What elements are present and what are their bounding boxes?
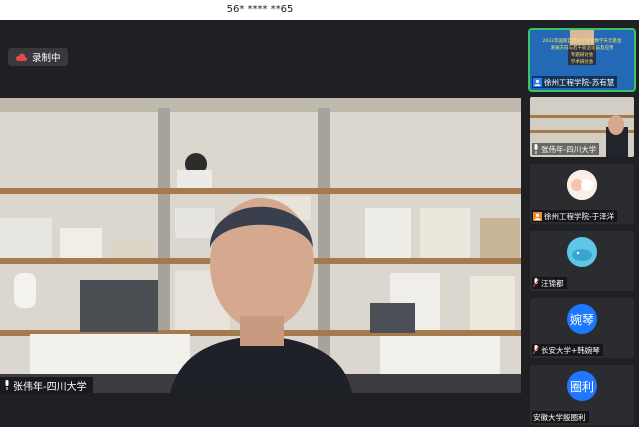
avatar: 圈利: [567, 371, 597, 401]
participant-label: 汪锦都: [532, 277, 567, 289]
participant-tile[interactable]: 2022年国家自然科学基金数学天元基金 发展方向与若干前沿论坛及应用 专题研讨会…: [528, 28, 636, 92]
cartoon-avatar-icon: [567, 170, 597, 200]
participant-label: 长安大学+韩婉琴: [532, 344, 603, 356]
microphone-muted-icon: [533, 278, 539, 288]
cloud-icon: [15, 53, 27, 61]
speaker-name: 张伟年-四川大学: [13, 381, 87, 393]
main-video[interactable]: 张伟年-四川大学: [0, 98, 521, 393]
speaker-name-tag: 张伟年-四川大学: [0, 377, 93, 393]
slide-text: 2022年国家自然科学基金数学天元基金 发展方向与若干前沿论坛及应用 专题研讨会…: [542, 39, 622, 65]
avatar: [567, 170, 597, 200]
meeting-id: 56* **** **65: [226, 4, 294, 15]
microphone-icon: [534, 144, 538, 154]
microphone-icon: [5, 380, 9, 390]
whale-avatar-icon: [567, 237, 597, 267]
recording-badge[interactable]: 录制中: [8, 48, 68, 66]
participant-label: 安徽大学殷圈利: [532, 411, 589, 423]
participant-tile[interactable]: 徐州工程学院-于泽洋: [530, 164, 634, 224]
participant-sidebar: 2022年国家自然科学基金数学天元基金 发展方向与若干前沿论坛及应用 专题研讨会…: [521, 20, 639, 427]
avatar: 婉琴: [567, 304, 597, 334]
speaker-video-frame: [0, 98, 521, 393]
microphone-muted-icon: [533, 345, 539, 355]
participant-label: 张伟年-四川大学: [532, 143, 600, 155]
avatar: [567, 237, 597, 267]
user-icon: [533, 211, 542, 221]
participant-label: 徐州工程学院-于泽洋: [532, 210, 618, 222]
recording-label: 录制中: [32, 53, 61, 64]
user-icon: [533, 77, 542, 87]
participant-tile[interactable]: 圈利 安徽大学殷圈利: [530, 365, 634, 425]
title-bar: 56* **** **65: [0, 0, 639, 20]
participant-tile[interactable]: 婉琴 长安大学+韩婉琴: [530, 298, 634, 358]
meeting-area: 录制中 张伟年-四川大学: [0, 20, 521, 427]
participant-tile[interactable]: 汪锦都: [530, 231, 634, 291]
participant-label: 徐州工程学院-苏有慧: [532, 76, 618, 88]
participant-tile[interactable]: 张伟年-四川大学: [530, 97, 634, 157]
